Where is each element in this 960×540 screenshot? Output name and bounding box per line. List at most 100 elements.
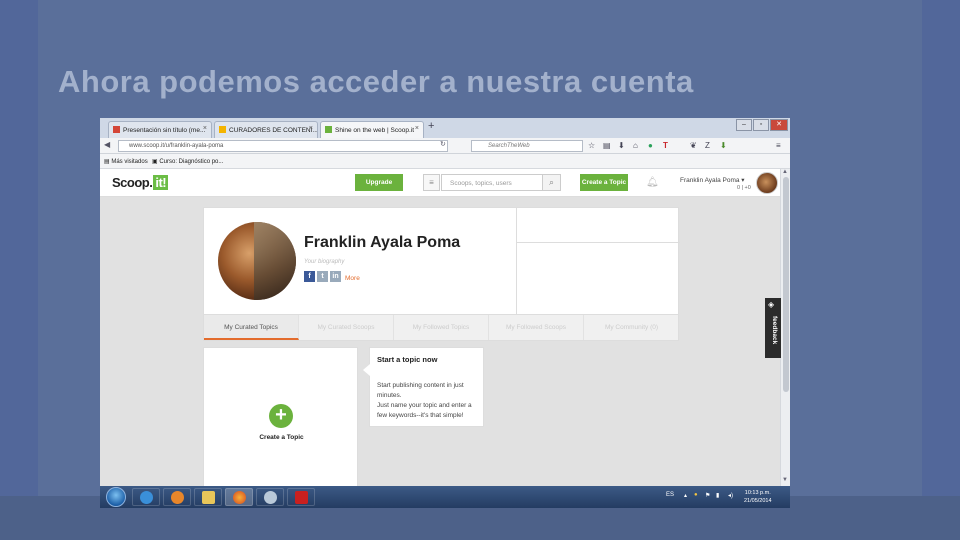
docs-icon xyxy=(219,126,226,133)
twitter-icon[interactable]: t xyxy=(317,271,328,282)
volume-icon[interactable]: ◂) xyxy=(728,492,733,499)
taskbar-explorer[interactable] xyxy=(194,488,222,506)
language-indicator[interactable]: ES xyxy=(666,492,674,498)
close-window-icon[interactable]: ✕ xyxy=(770,119,788,131)
create-topic-label[interactable]: Create a Topic xyxy=(204,434,359,441)
new-tab-button[interactable]: + xyxy=(428,120,434,132)
profile-tabs: My Curated Topics My Curated Scoops My F… xyxy=(203,315,679,341)
tooltip-line-2: Just name your topic and enter a few key… xyxy=(377,402,472,419)
more-link[interactable]: More xyxy=(345,275,360,282)
logo-badge: it! xyxy=(153,175,169,190)
browser-tab-bar: Presentación sin título (me... × CURADOR… xyxy=(100,118,790,138)
scoopit-icon xyxy=(325,126,332,133)
browser-search-input[interactable]: SearchTheWeb xyxy=(471,140,583,152)
addon-icon[interactable]: ⬇ xyxy=(720,141,727,150)
tab-my-community[interactable]: My Community (0) xyxy=(584,315,679,340)
tab-my-curated-scoops[interactable]: My Curated Scoops xyxy=(299,315,394,340)
close-tab-icon[interactable]: × xyxy=(203,125,207,132)
plus-icon[interactable]: + xyxy=(269,404,293,428)
bookmarks-bar: ▤ Más visitados ▣ Curso: Diagnóstico po.… xyxy=(100,154,790,169)
taskbar-media[interactable] xyxy=(163,488,191,506)
browser-tab-presentation[interactable]: Presentación sin título (me... × xyxy=(108,121,212,138)
flag-icon[interactable]: ⚑ xyxy=(705,492,710,499)
divider xyxy=(517,242,680,243)
scroll-down-icon[interactable]: ▼ xyxy=(782,477,788,483)
restore-icon[interactable]: ▫ xyxy=(753,119,769,131)
folder-icon xyxy=(202,491,215,504)
tooltip-title: Start a topic now xyxy=(377,355,438,364)
tab-my-followed-scoops[interactable]: My Followed Scoops xyxy=(489,315,584,340)
profile-card: Franklin Ayala Poma Your biography f t i… xyxy=(203,207,680,316)
bookmark-label: Curso: Diagnóstico po... xyxy=(159,159,224,165)
profile-bio-placeholder[interactable]: Your biography xyxy=(304,259,344,265)
avatar[interactable] xyxy=(756,172,778,194)
addon-icon[interactable]: ● xyxy=(648,141,653,150)
user-name: Franklin Ayala Poma xyxy=(680,177,740,184)
user-counts: 0 | +0 xyxy=(737,185,751,191)
create-topic-header-button[interactable]: Create a Topic xyxy=(580,174,628,191)
bell-icon[interactable]: 🔔︎ xyxy=(646,177,659,188)
media-player-icon xyxy=(171,491,184,504)
search-icon[interactable]: ⌕ xyxy=(542,174,561,191)
taskbar-ie[interactable] xyxy=(132,488,160,506)
scroll-up-icon[interactable]: ▲ xyxy=(782,169,788,175)
page-scrollbar[interactable]: ▲ ▼ xyxy=(780,169,790,486)
create-topic-card[interactable]: + Create a Topic xyxy=(203,347,358,492)
clock-date: 21/05/2014 xyxy=(744,498,772,504)
feedback-icon: ◈ xyxy=(768,300,775,309)
feedback-label: feedback xyxy=(771,316,778,345)
scroll-thumb[interactable] xyxy=(783,177,789,392)
tray-arrow-icon[interactable]: ▴ xyxy=(684,492,687,499)
tray-app-icon[interactable]: ● xyxy=(694,492,698,498)
home-icon[interactable]: ⌂ xyxy=(633,141,638,150)
close-tab-icon[interactable]: × xyxy=(415,125,419,132)
bookmark-curso[interactable]: ▣ Curso: Diagnóstico po... xyxy=(152,158,223,165)
profile-avatar[interactable] xyxy=(218,222,296,300)
upgrade-button[interactable]: Upgrade xyxy=(355,174,403,191)
addon-t-icon[interactable]: T xyxy=(663,141,668,150)
menu-icon[interactable]: ≡ xyxy=(776,141,781,150)
addon-z-icon[interactable]: Z xyxy=(705,141,710,150)
linkedin-icon[interactable]: in xyxy=(330,271,341,282)
url-text: www.scoop.it/u/franklin-ayala-poma xyxy=(129,143,224,149)
hamburger-menu-icon[interactable]: ≡ xyxy=(423,174,440,191)
browser-tab-scoopit[interactable]: Shine on the web | Scoop.it × xyxy=(320,121,424,138)
back-icon[interactable]: ◀ xyxy=(104,140,110,149)
url-bar[interactable]: www.scoop.it/u/franklin-ayala-poma xyxy=(118,140,448,152)
slide-title: Ahora podemos acceder a nuestra cuenta xyxy=(58,64,694,99)
taskbar-clock[interactable]: 10:13 p.m. 21/05/2014 xyxy=(744,489,772,505)
clipboard-icon[interactable]: ▤ xyxy=(603,141,611,150)
browser-tab-curadores[interactable]: CURADORES DE CONTENI... × xyxy=(214,121,318,138)
reload-icon[interactable]: ↻ xyxy=(440,140,446,148)
site-search-placeholder: Scoops, topics, users xyxy=(450,180,512,187)
profile-stats-panel xyxy=(516,208,680,316)
taskbar-paint[interactable] xyxy=(256,488,284,506)
facebook-icon[interactable]: f xyxy=(304,271,315,282)
scoopit-logo[interactable]: Scoop. it! xyxy=(112,175,169,190)
feedback-tab[interactable]: ◈ feedback xyxy=(765,298,781,358)
pdf-icon xyxy=(295,491,308,504)
start-button-icon[interactable] xyxy=(106,487,126,507)
firefox-icon xyxy=(233,491,246,504)
tooltip-line-1: Start publishing content in just minutes… xyxy=(377,382,464,399)
windows-taskbar: ES ▴ ● ⚑ ▮ ◂) 10:13 p.m. 21/05/2014 xyxy=(100,486,790,508)
taskbar-acrobat[interactable] xyxy=(287,488,315,506)
star-icon[interactable]: ☆ xyxy=(588,141,595,150)
tab-label: Shine on the web | Scoop.it xyxy=(335,127,415,134)
close-tab-icon[interactable]: × xyxy=(309,125,313,132)
gmail-icon xyxy=(113,126,120,133)
bookmark-most-visited[interactable]: ▤ Más visitados xyxy=(104,158,148,165)
tab-my-followed-topics[interactable]: My Followed Topics xyxy=(394,315,489,340)
addon-icon[interactable]: ❦ xyxy=(690,141,697,150)
minimize-icon[interactable]: – xyxy=(736,119,752,131)
browser-nav-bar: ◀ www.scoop.it/u/franklin-ayala-poma ↻ S… xyxy=(100,138,790,154)
download-icon[interactable]: ⬇ xyxy=(618,141,625,150)
network-icon[interactable]: ▮ xyxy=(716,492,719,499)
paint-icon xyxy=(264,491,277,504)
tab-my-curated-topics[interactable]: My Curated Topics xyxy=(204,315,299,340)
slide-right-edge xyxy=(922,0,960,540)
taskbar-firefox[interactable] xyxy=(225,488,253,506)
bookmark-label: Más visitados xyxy=(111,159,148,165)
site-header: Scoop. it! Upgrade ≡ Scoops, topics, user… xyxy=(100,169,780,197)
user-menu[interactable]: Franklin Ayala Poma ▾ xyxy=(680,176,745,184)
